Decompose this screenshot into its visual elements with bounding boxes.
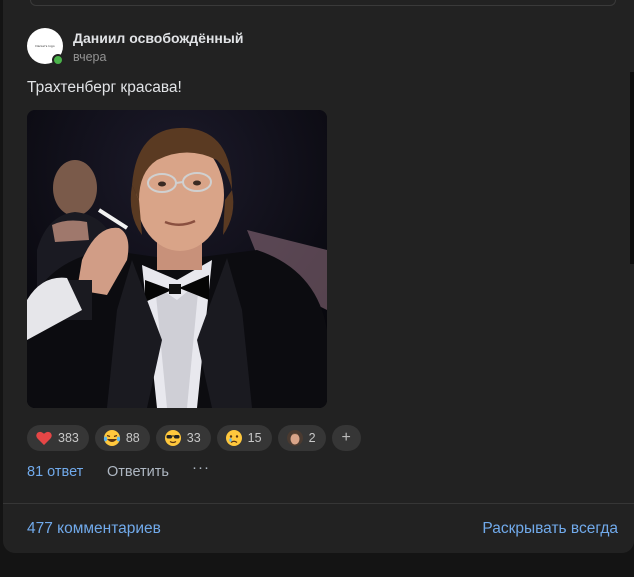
sunglasses-emoji-icon (164, 430, 181, 446)
comments-count-link[interactable]: 477 комментариев (27, 520, 161, 538)
post-photo[interactable] (27, 110, 327, 408)
reply-button[interactable]: Ответить (107, 464, 169, 480)
online-status-dot (52, 54, 64, 66)
more-options-icon[interactable]: ··· (192, 459, 210, 476)
post-text: Трахтенберг красава! (27, 79, 182, 96)
crying-emoji-icon (225, 430, 242, 446)
add-reaction-button[interactable]: + (331, 425, 361, 451)
plus-icon: + (341, 429, 351, 446)
post-time[interactable]: вчера (73, 50, 106, 64)
previous-post-edge (30, 0, 616, 6)
replies-link[interactable]: 81 ответ (27, 464, 83, 480)
reaction-sunglasses[interactable]: 33 (155, 425, 211, 451)
laughing-emoji-icon (103, 430, 120, 446)
photo-image (27, 110, 327, 408)
avatar-logo-text: Daniel's logo (35, 44, 55, 48)
reaction-count: 15 (247, 431, 262, 445)
reaction-count: 88 (125, 431, 140, 445)
custom-sticker-icon (286, 430, 303, 446)
reaction-count: 33 (186, 431, 201, 445)
reaction-count: 383 (58, 431, 79, 445)
author-name[interactable]: Даниил освобождённый (73, 30, 243, 46)
reaction-count: 2 (308, 431, 316, 445)
reaction-heart[interactable]: 383 (27, 425, 89, 451)
footer-divider (3, 503, 634, 504)
scrollbar-track[interactable] (630, 72, 634, 264)
expand-always-button[interactable]: Раскрывать всегда (482, 520, 618, 538)
reaction-laughing[interactable]: 88 (94, 425, 150, 451)
heart-icon (36, 431, 52, 445)
reaction-custom-sticker[interactable]: 2 (277, 425, 326, 451)
reaction-crying[interactable]: 15 (216, 425, 272, 451)
reactions-bar: 383 88 33 15 2 + (27, 425, 361, 451)
